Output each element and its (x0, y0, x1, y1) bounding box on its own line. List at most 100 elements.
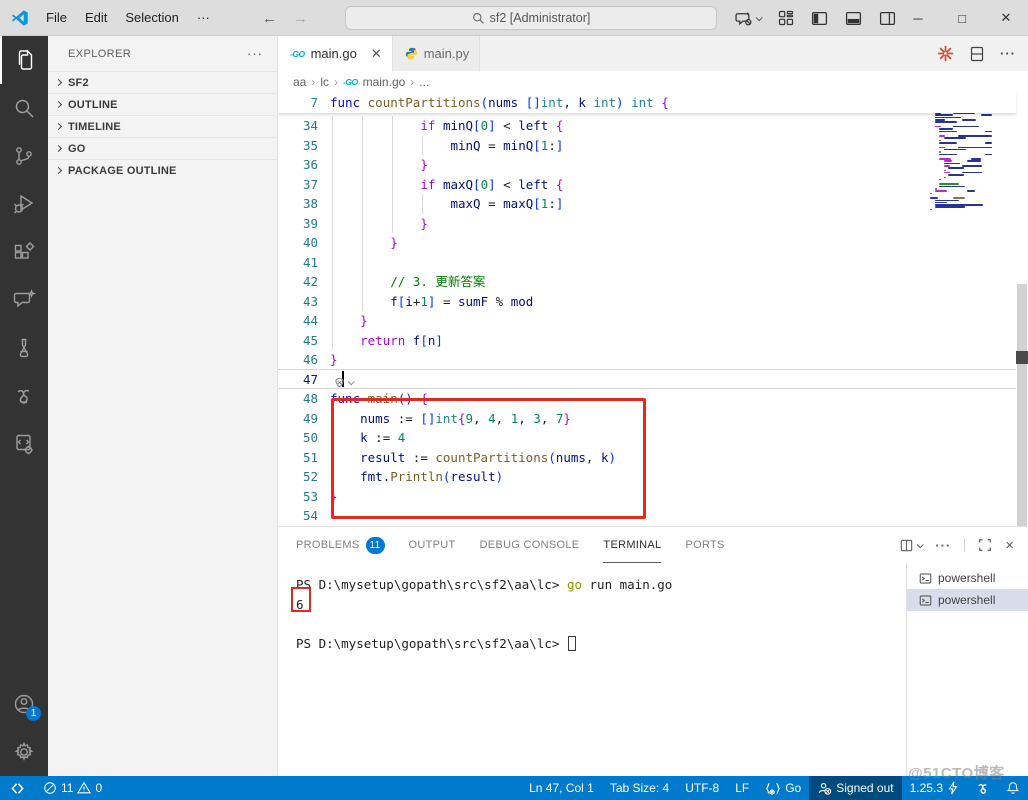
panel-tab-terminal[interactable]: TERMINAL (603, 527, 661, 563)
breadcrumb-item[interactable]: main.go (363, 75, 406, 89)
code-line-54[interactable]: 54 (278, 506, 1016, 526)
close-tab-icon[interactable]: ✕ (371, 46, 382, 62)
panel-tab-ports[interactable]: PORTS (685, 527, 724, 563)
status-go-version[interactable]: 1.25.3 (902, 776, 967, 800)
sidebar-section-timeline[interactable]: TIMELINE (48, 115, 277, 137)
problems-status[interactable]: 11 0 (35, 776, 110, 800)
maximize-button[interactable]: □ (940, 0, 984, 36)
menu-selection[interactable]: Selection (116, 0, 187, 36)
menu-file[interactable]: File (37, 0, 76, 36)
code-line-45[interactable]: 45 return f[n] (278, 330, 1016, 350)
search-icon[interactable] (0, 84, 48, 132)
line-number: 45 (302, 332, 318, 348)
line-number: 40 (302, 235, 318, 250)
panel-more-actions-icon[interactable]: ··· (935, 538, 951, 553)
chat-icon[interactable] (0, 276, 48, 324)
breadcrumb-item[interactable]: lc (320, 75, 329, 89)
code-editor[interactable]: 34 if minQ[0] < left {35 minQ = minQ[1:] 36… (278, 93, 1028, 526)
breadcrumb-item[interactable]: ... (419, 75, 429, 89)
code-line-37[interactable]: 37 if maxQ[0] < left { (278, 174, 1016, 194)
sidebar-section-outline[interactable]: OUTLINE (48, 93, 277, 115)
code-line-49[interactable]: 49 nums := []int{9, 4, 1, 3, 7} (278, 408, 1016, 428)
settings-gear-icon[interactable] (0, 728, 48, 776)
extensions-icon[interactable] (0, 228, 48, 276)
terminal-list-item[interactable]: powershell (907, 567, 1028, 589)
code-line-40[interactable]: 40} (278, 233, 1016, 253)
nav-forward-icon[interactable]: → (293, 10, 308, 27)
tab-main-py[interactable]: main.py (392, 36, 481, 71)
customize-layout-icon[interactable] (778, 10, 794, 26)
sidebar-more-actions[interactable]: ··· (247, 46, 263, 61)
code-line-48[interactable]: 48 func main() { (278, 389, 1016, 409)
status-tab-size[interactable]: Tab Size: 4 (602, 776, 677, 800)
code-line-53[interactable]: 53} (278, 487, 1016, 507)
launch-profile-icon[interactable] (899, 538, 924, 553)
code-line-43[interactable]: 43 f[i+1] = sumF % mod (278, 291, 1016, 311)
minimap[interactable] (930, 96, 994, 216)
terminal-line: PS D:\mysetup\gopath\src\sf2\aa\lc> go r… (296, 577, 673, 592)
nav-back-icon[interactable]: ← (262, 10, 277, 27)
line-number: 43 (302, 293, 318, 309)
code-line-46[interactable]: 46} (278, 350, 1016, 370)
explorer-icon[interactable] (0, 36, 48, 84)
toggle-primary-sidebar-icon[interactable] (811, 10, 828, 27)
sticky-scroll-line[interactable]: 7 func countPartitions(nums []int, k int)… (278, 93, 1016, 113)
tab-main-go[interactable]: -GO main.go ✕ (278, 36, 393, 71)
line-number: 41 (302, 254, 318, 270)
editor-scrollbar[interactable] (1016, 93, 1028, 526)
menu-[interactable]: ··· (188, 0, 219, 36)
go-file-icon: -GO (343, 77, 358, 87)
testing-icon[interactable] (0, 324, 48, 372)
source-control-icon[interactable] (0, 132, 48, 180)
terminal[interactable]: PS D:\mysetup\gopath\src\sf2\aa\lc> go r… (278, 563, 906, 776)
code-line-36[interactable]: 36} (278, 155, 1016, 175)
code-line-39[interactable]: 39} (278, 213, 1016, 233)
panel-tab-output[interactable]: OUTPUT (409, 527, 456, 563)
breadcrumb[interactable]: aa › lc › -GO main.go ›... (278, 71, 1028, 93)
go-icon[interactable] (0, 372, 48, 420)
code-line-44[interactable]: 44} (278, 311, 1016, 331)
code-line-51[interactable]: 51 result := countPartitions(nums, k) (278, 447, 1016, 467)
close-button[interactable]: ✕ (984, 0, 1028, 36)
code-line-34[interactable]: 34 if minQ[0] < left { (278, 116, 1016, 136)
status-language-go[interactable]: Go (757, 776, 809, 800)
maximize-panel-icon[interactable] (978, 538, 992, 552)
code-line-42[interactable]: 42// 3. 更新答案 (278, 272, 1016, 292)
copilot-menu-icon[interactable] (735, 10, 763, 27)
toggle-secondary-sidebar-icon[interactable] (879, 10, 896, 27)
sidebar-section-sf2[interactable]: SF2 (48, 71, 277, 93)
status-encoding[interactable]: UTF-8 (677, 776, 727, 800)
account-icon[interactable]: 1 (0, 680, 48, 728)
editor-more-actions-icon[interactable]: ··· (1000, 46, 1016, 61)
split-editor-icon[interactable] (969, 46, 985, 62)
close-panel-icon[interactable]: × (1005, 537, 1014, 554)
menu-edit[interactable]: Edit (76, 0, 116, 36)
task-config-icon[interactable] (0, 420, 48, 468)
code-line-50[interactable]: 50 k := 4 (278, 428, 1016, 448)
code-line-35[interactable]: 35 minQ = minQ[1:] (278, 135, 1016, 155)
remote-indicator[interactable] (0, 776, 35, 800)
run-debug-icon[interactable] (0, 180, 48, 228)
panel-tab-problems[interactable]: PROBLEMS 11 (296, 527, 385, 563)
minimize-button[interactable]: ─ (896, 0, 940, 36)
code-line-38[interactable]: 38 maxQ = maxQ[1:] (278, 194, 1016, 214)
editor-tab-bar: -GO main.go ✕ main.py ··· (278, 36, 1028, 71)
sidebar-section-go[interactable]: GO (48, 137, 277, 159)
breadcrumb-item[interactable]: aa (293, 75, 306, 89)
terminal-list-item[interactable]: powershell (907, 589, 1028, 611)
scrollbar-thumb[interactable] (1017, 284, 1027, 526)
code-line-41[interactable]: 41 (278, 252, 1016, 272)
code-line-52[interactable]: 52 fmt.Println(result) (278, 467, 1016, 487)
sidebar-section-package-outline[interactable]: PACKAGE OUTLINE (48, 159, 277, 181)
panel-tab-debug-console[interactable]: DEBUG CONSOLE (480, 527, 580, 563)
status-signed-out[interactable]: Signed out (809, 776, 902, 800)
run-test-gutter-icon[interactable] (334, 377, 355, 388)
line-number: 37 (302, 176, 318, 192)
status-eol[interactable]: LF (727, 776, 757, 800)
command-center-search[interactable]: sf2 [Administrator] (345, 6, 717, 30)
status-notifications[interactable] (998, 776, 1028, 800)
extension-run-icon[interactable] (937, 45, 954, 62)
toggle-panel-icon[interactable] (845, 10, 862, 27)
status-cursor-position[interactable]: Ln 47, Col 1 (521, 776, 602, 800)
status-go-tools[interactable] (967, 776, 998, 800)
